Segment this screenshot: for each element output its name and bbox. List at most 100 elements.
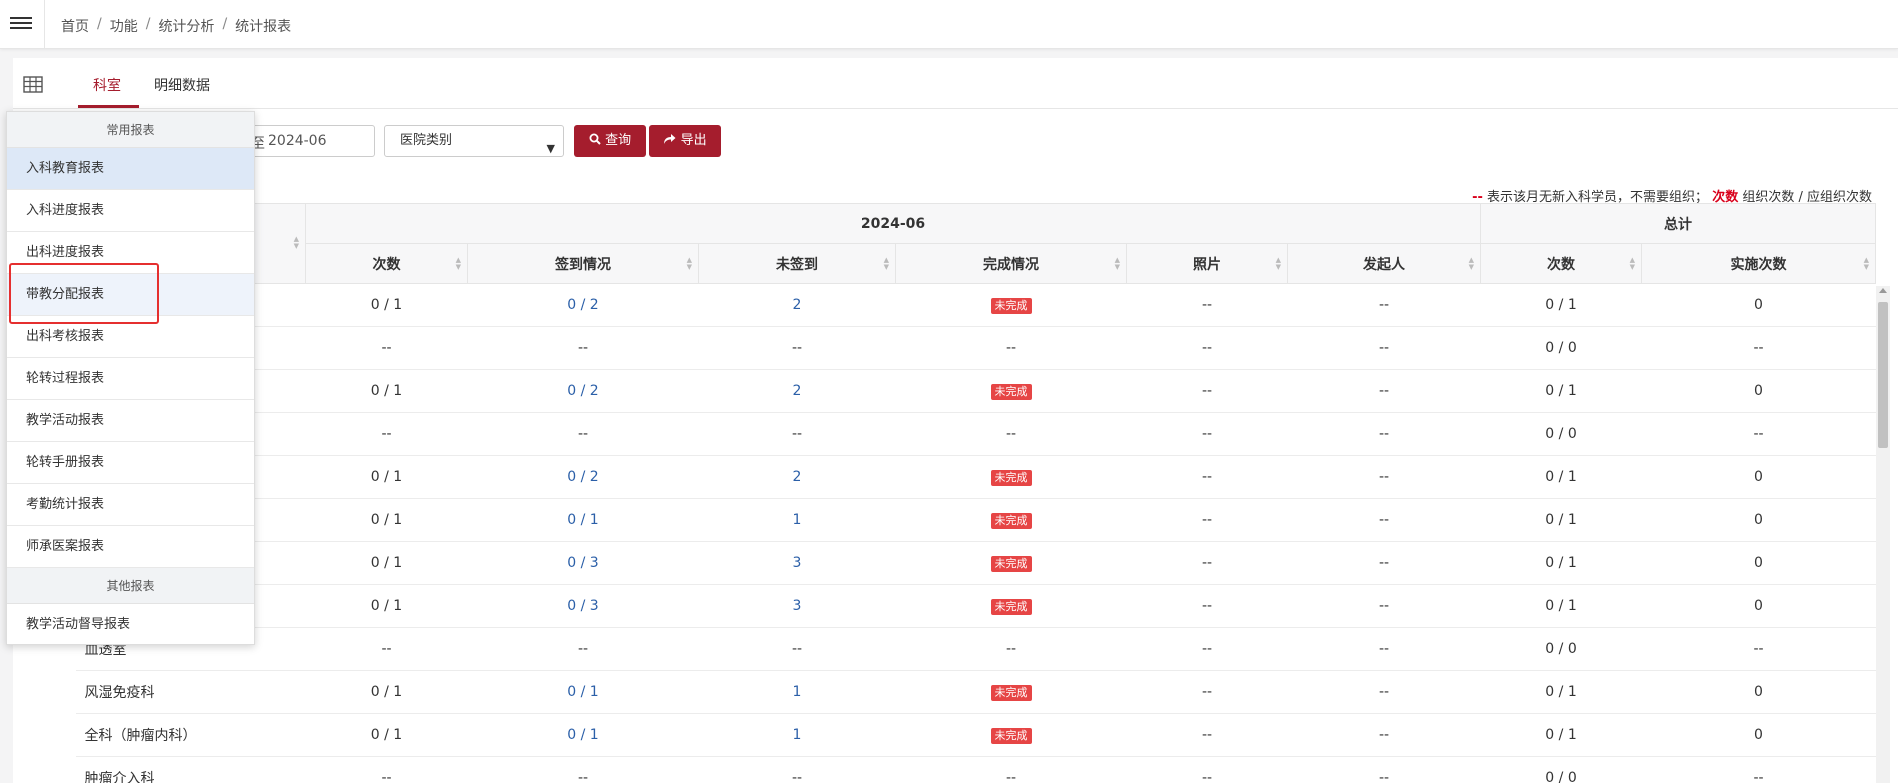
active-tab-indicator: [78, 105, 139, 108]
total-header: 总计: [1480, 203, 1877, 244]
col-header[interactable]: 照片 ▲ ▼: [1126, 243, 1288, 284]
initiator-cell: --: [1287, 283, 1481, 327]
col-header[interactable]: 发起人 ▲ ▼: [1286, 243, 1482, 284]
breadcrumb-function[interactable]: 功能: [110, 16, 138, 36]
sign-cell: 0 / 2: [467, 455, 699, 499]
status-cell: 未完成: [895, 584, 1127, 628]
dropdown-item[interactable]: 教学活动报表: [7, 400, 254, 442]
link-value[interactable]: 0 / 1: [567, 727, 598, 743]
status-cell: --: [895, 756, 1127, 783]
dropdown-item[interactable]: 轮转过程报表: [7, 358, 254, 400]
scroll-up-arrow-icon[interactable]: [1879, 288, 1887, 293]
export-button[interactable]: 导出: [649, 125, 721, 157]
count-cell: 0 / 1: [305, 455, 468, 499]
chevron-down-icon: ▼: [546, 142, 555, 155]
dropdown-item[interactable]: 出科进度报表: [7, 232, 254, 274]
query-button[interactable]: 查询: [574, 125, 646, 157]
status-cell: 未完成: [895, 541, 1127, 585]
col-header[interactable]: 实施次数 ▲ ▼: [1641, 243, 1877, 284]
initiator-cell: --: [1287, 412, 1481, 456]
photo-cell: --: [1126, 584, 1288, 628]
table-row: 风湿免疫科 0 / 10 / 1 1 未完成 -- -- 0 / 10: [75, 670, 1876, 714]
dropdown-item[interactable]: 轮转手册报表: [7, 442, 254, 484]
col-header[interactable]: 次数 ▲ ▼: [1480, 243, 1643, 284]
other-reports-header: 其他报表: [7, 568, 254, 604]
link-value[interactable]: 1: [793, 684, 802, 700]
impl-cell: 0: [1641, 541, 1876, 585]
unsigned-cell: 1: [698, 670, 896, 714]
col-header[interactable]: 签到情况 ▲ ▼: [467, 243, 699, 284]
count-cell: 0 / 1: [305, 369, 468, 413]
sign-cell: --: [467, 627, 699, 671]
impl-cell: 0: [1641, 670, 1876, 714]
photo-cell: --: [1126, 326, 1288, 370]
photo-cell: --: [1126, 455, 1288, 499]
link-value[interactable]: 0 / 1: [567, 512, 598, 528]
dropdown-item[interactable]: 师承医案报表: [7, 526, 254, 568]
link-value[interactable]: 3: [793, 598, 802, 614]
impl-cell: 0: [1641, 369, 1876, 413]
unsigned-cell: 3: [698, 584, 896, 628]
initiator-cell: --: [1287, 713, 1481, 757]
impl-cell: --: [1641, 412, 1876, 456]
status-badge: 未完成: [990, 469, 1032, 486]
total-count-cell: 0 / 1: [1480, 498, 1642, 542]
breadcrumb-home[interactable]: 首页: [61, 16, 89, 36]
link-value[interactable]: 0 / 3: [567, 598, 598, 614]
link-value[interactable]: 3: [793, 555, 802, 571]
link-value[interactable]: 1: [793, 512, 802, 528]
dropdown-item[interactable]: 入科进度报表: [7, 190, 254, 232]
photo-cell: --: [1126, 369, 1288, 413]
unsigned-cell: 1: [698, 713, 896, 757]
dept-cell: 肿瘤介入科: [75, 756, 306, 783]
sign-cell: 0 / 2: [467, 283, 699, 327]
unsigned-cell: --: [698, 756, 896, 783]
month-header: 2024-06: [304, 203, 1482, 244]
unsigned-cell: --: [698, 326, 896, 370]
tab-detail-data[interactable]: 明细数据: [154, 75, 210, 95]
link-value[interactable]: 2: [793, 297, 802, 313]
scroll-thumb[interactable]: [1878, 302, 1888, 448]
total-count-cell: 0 / 0: [1480, 326, 1642, 370]
total-count-cell: 0 / 1: [1480, 584, 1642, 628]
link-value[interactable]: 0 / 2: [567, 297, 598, 313]
table-grid-icon[interactable]: [23, 76, 43, 93]
hospital-type-select[interactable]: 医院类别 ▼: [384, 125, 564, 157]
breadcrumb-statistics[interactable]: 统计分析: [158, 16, 214, 36]
initiator-cell: --: [1287, 369, 1481, 413]
count-cell: 0 / 1: [305, 498, 468, 542]
link-value[interactable]: 2: [793, 469, 802, 485]
impl-cell: 0: [1641, 455, 1876, 499]
tab-bar: 科室 明细数据: [13, 58, 1898, 109]
link-value[interactable]: 0 / 2: [567, 469, 598, 485]
photo-cell: --: [1126, 541, 1288, 585]
tab-department[interactable]: 科室: [93, 75, 121, 95]
hamburger-menu-icon[interactable]: [10, 14, 32, 34]
link-value[interactable]: 2: [793, 383, 802, 399]
dropdown-item[interactable]: 出科考核报表: [7, 316, 254, 358]
breadcrumb-report: 统计报表: [235, 19, 292, 35]
status-badge: 未完成: [990, 555, 1032, 572]
total-count-cell: 0 / 1: [1480, 369, 1642, 413]
count-cell: --: [305, 326, 468, 370]
report-dropdown-menu: 常用报表 入科教育报表 入科进度报表 出科进度报表 带教分配报表 出科考核报表 轮转过程报…: [6, 111, 255, 645]
link-value[interactable]: 1: [793, 727, 802, 743]
dropdown-item[interactable]: 入科教育报表: [7, 148, 254, 190]
col-header[interactable]: 未签到 ▲ ▼: [698, 243, 896, 284]
link-value[interactable]: 0 / 2: [567, 383, 598, 399]
link-value[interactable]: 0 / 3: [567, 555, 598, 571]
photo-cell: --: [1126, 412, 1288, 456]
sign-cell: --: [467, 412, 699, 456]
dropdown-item[interactable]: 考勤统计报表: [7, 484, 254, 526]
status-badge: 未完成: [990, 383, 1032, 400]
col-header[interactable]: 次数 ▲ ▼: [305, 243, 468, 284]
table-row: 0 / 10 / 2 2 未完成 -- -- 0 / 10: [75, 369, 1876, 413]
vertical-scrollbar[interactable]: [1876, 286, 1890, 783]
common-reports-header: 常用报表: [7, 112, 254, 148]
dropdown-item[interactable]: 教学活动督导报表: [7, 604, 254, 646]
dropdown-item[interactable]: 带教分配报表: [7, 274, 254, 316]
unsigned-cell: 2: [698, 455, 896, 499]
link-value[interactable]: 0 / 1: [567, 684, 598, 700]
col-header[interactable]: 完成情况 ▲ ▼: [895, 243, 1127, 284]
table-row: 0 / 10 / 2 2 未完成 -- -- 0 / 10: [75, 283, 1876, 327]
